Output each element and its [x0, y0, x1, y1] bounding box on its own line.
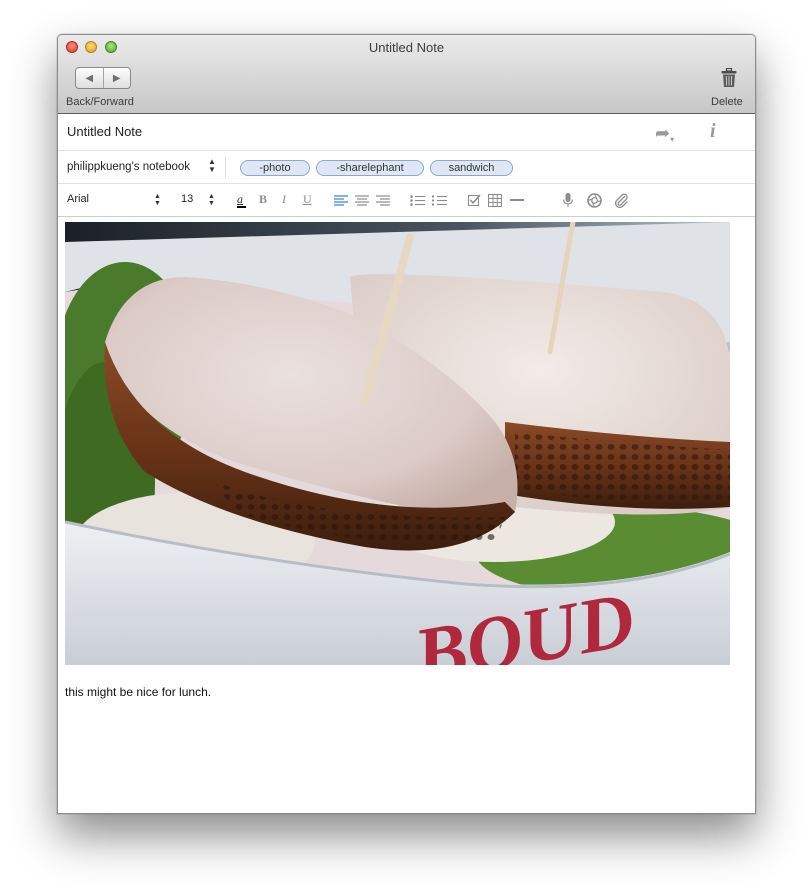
- title-bar: Untitled Note ◀ ▶ Back/Forward Delete: [58, 35, 755, 114]
- window-title: Untitled Note: [368, 40, 445, 55]
- microphone-icon[interactable]: [563, 193, 573, 208]
- delete-label: Delete: [711, 96, 743, 108]
- camera-shutter-icon[interactable]: [587, 193, 602, 208]
- bold-icon[interactable]: B: [259, 192, 267, 207]
- note-title-field[interactable]: Untitled Note: [67, 124, 142, 139]
- size-updown-icon[interactable]: ▲ ▼: [208, 193, 215, 207]
- font-updown-icon[interactable]: ▲ ▼: [154, 193, 161, 207]
- italic-icon[interactable]: I: [282, 192, 286, 207]
- note-window: Untitled Note ◀ ▶ Back/Forward Delete Un…: [57, 34, 756, 814]
- note-body-text[interactable]: this might be nice for lunch.: [65, 685, 211, 699]
- back-button[interactable]: ◀: [76, 68, 104, 88]
- delete-trash-icon[interactable]: [721, 68, 737, 88]
- tag-chip[interactable]: sandwich: [430, 160, 513, 176]
- underline-icon[interactable]: U: [303, 192, 312, 207]
- sandwich-photo: BOUD: [65, 222, 730, 665]
- bullet-list-icon[interactable]: [410, 195, 425, 206]
- note-title-row: Untitled Note ➦▾ i: [58, 114, 755, 151]
- back-forward-control: ◀ ▶: [75, 67, 131, 89]
- forward-button[interactable]: ▶: [104, 68, 131, 88]
- notebook-updown-icon[interactable]: ▲ ▼: [208, 158, 216, 174]
- numbered-list-icon[interactable]: [432, 195, 447, 206]
- horizontal-rule-icon[interactable]: [510, 199, 524, 202]
- table-icon[interactable]: [488, 194, 502, 207]
- align-right-icon[interactable]: [376, 195, 390, 206]
- text-color-icon[interactable]: a: [237, 192, 246, 208]
- align-center-icon[interactable]: [355, 195, 369, 206]
- formatting-toolbar: Arial ▲ ▼ 13 ▲ ▼ a B I U: [58, 184, 755, 217]
- font-family-select[interactable]: Arial: [67, 193, 89, 205]
- note-content-area[interactable]: BOUD this might be nice for lunch.: [58, 217, 755, 813]
- tag-chip[interactable]: -photo: [240, 160, 310, 176]
- back-forward-label: Back/Forward: [66, 96, 134, 108]
- font-size-select[interactable]: 13: [181, 193, 193, 205]
- share-icon[interactable]: ➦▾: [655, 123, 674, 144]
- info-icon[interactable]: i: [710, 120, 716, 143]
- align-left-icon[interactable]: [334, 195, 348, 206]
- notebook-tags-row: philippkueng's notebook ▲ ▼ -photo -share…: [58, 151, 755, 184]
- tag-chip[interactable]: -sharelephant: [316, 160, 424, 176]
- checkbox-icon[interactable]: [468, 194, 481, 207]
- attachment-icon[interactable]: [614, 193, 629, 208]
- notebook-selector[interactable]: philippkueng's notebook: [67, 161, 190, 173]
- divider: [225, 157, 226, 178]
